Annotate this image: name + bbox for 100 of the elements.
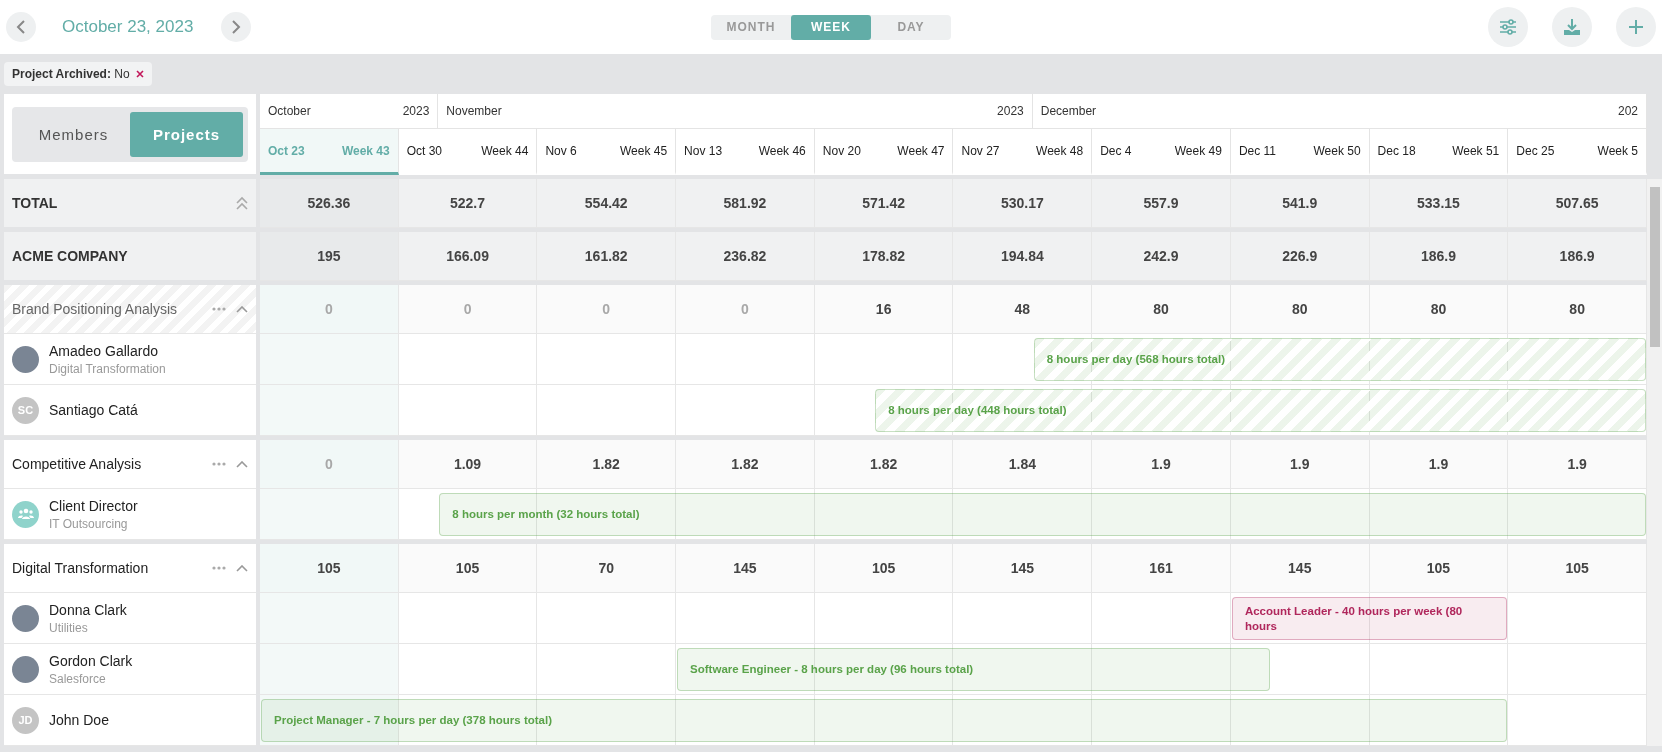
member-subtitle: Salesforce (49, 671, 107, 686)
project-header[interactable]: Digital Transformation (4, 544, 256, 593)
summary-cell: 557.9 (1092, 179, 1231, 228)
week-header[interactable]: Nov 6 Week 45 (537, 129, 677, 175)
avatar-photo-placeholder (12, 345, 39, 373)
member-subtitle: Utilities (49, 620, 89, 635)
collapse-icon[interactable] (236, 564, 248, 572)
allocation-bar[interactable]: Account Leader - 40 hours per week (80 hours (1231, 597, 1508, 640)
week-header[interactable]: Dec 11 Week 50 (1230, 129, 1370, 175)
week-number: Week 48 (1036, 143, 1084, 158)
hours-cell: 1.84 (953, 440, 1093, 489)
current-date: October 23, 2023 (62, 17, 194, 37)
previous-button[interactable] (6, 12, 36, 42)
member-name: Amadeo Gallardo (49, 342, 159, 359)
week-number: Week 46 (758, 143, 806, 158)
next-button[interactable] (221, 12, 252, 42)
summary-cell: 166.09 (398, 232, 538, 281)
allocation-bar[interactable]: 8 hours per day (568 hours total) (1033, 338, 1646, 381)
scrollbar-thumb[interactable] (1650, 187, 1660, 347)
hours-cell: 80 (1092, 285, 1231, 334)
project-name: Brand Positioning Analysis (12, 301, 177, 317)
more-icon[interactable] (212, 566, 226, 570)
week-header[interactable]: Nov 20 Week 47 (814, 129, 954, 175)
more-icon[interactable] (212, 307, 226, 311)
summary-cell: 186.9 (1369, 232, 1509, 281)
hours-cell: 105 (1369, 544, 1509, 593)
week-header[interactable]: Nov 27 Week 48 (953, 129, 1093, 175)
initials-avatar: JD (12, 706, 39, 734)
month-label: November (446, 104, 502, 118)
hours-cell: 145 (676, 544, 815, 593)
summary-cell: 533.15 (1369, 179, 1509, 228)
member-name: John Doe (49, 712, 109, 728)
download-button[interactable] (1552, 7, 1592, 47)
summary-label: ACME COMPANY (12, 248, 128, 264)
more-icon[interactable] (212, 462, 226, 466)
week-number: Week 44 (481, 143, 529, 158)
hours-cell: 80 (1230, 285, 1370, 334)
summary-cell: 541.9 (1230, 179, 1370, 228)
project-header[interactable]: Brand Positioning Analysis (4, 285, 256, 334)
filter-chip[interactable]: Project Archived: No (4, 62, 152, 86)
summary-cell: 161.82 (537, 232, 677, 281)
week-date: Dec 18 (1377, 143, 1416, 158)
hours-cell: 105 (814, 544, 954, 593)
hours-cell: 145 (953, 544, 1093, 593)
member-name: Client Director (49, 497, 138, 514)
collapse-icon[interactable] (236, 305, 248, 313)
initials-avatar: SC (12, 396, 39, 424)
summary-cell: 554.42 (537, 179, 677, 228)
week-header[interactable]: Dec 18 Week 51 (1369, 129, 1509, 175)
chevron-right-icon (231, 20, 242, 34)
hours-cell: 16 (814, 285, 954, 334)
week-number: Week 45 (619, 143, 668, 158)
avatar-photo-placeholder (12, 604, 39, 632)
summary-cell: 186.9 (1508, 232, 1647, 281)
week-number: Week 51 (1452, 143, 1500, 158)
hours-cell: 105 (1508, 544, 1647, 593)
member-name: Gordon Clark (49, 652, 133, 669)
week-header[interactable]: Nov 13 Week 46 (676, 129, 815, 175)
hours-cell: 0 (398, 285, 538, 334)
summary-cell: 178.82 (814, 232, 954, 281)
hours-cell: 1.9 (1508, 440, 1647, 489)
summary-cell: 526.36 (260, 179, 399, 228)
chevron-left-icon (16, 20, 26, 34)
week-date: Nov 6 (545, 143, 577, 158)
hours-cell: 80 (1508, 285, 1647, 334)
hours-cell: 145 (1230, 544, 1370, 593)
week-date: Nov 13 (684, 143, 723, 158)
download-icon (1563, 18, 1581, 36)
summary-cell: 522.7 (398, 179, 538, 228)
week-header[interactable]: Dec 25 Week 5 (1508, 129, 1647, 175)
week-header[interactable]: Dec 4 Week 49 (1092, 129, 1231, 175)
collapse-icon[interactable] (236, 460, 248, 468)
settings-button[interactable] (1488, 7, 1528, 47)
hours-cell: 1.9 (1092, 440, 1231, 489)
week-date: Dec 11 (1238, 143, 1277, 158)
summary-label: TOTAL (12, 195, 58, 211)
project-header[interactable]: Competitive Analysis (4, 440, 256, 489)
add-button[interactable] (1616, 7, 1656, 47)
summary-cell: 581.92 (676, 179, 815, 228)
month-label: December (1040, 104, 1097, 118)
scrollbar[interactable] (1647, 179, 1662, 746)
hours-cell: 105 (398, 544, 538, 593)
summary-cell: 507.65 (1508, 179, 1647, 228)
project-name: Competitive Analysis (12, 456, 142, 472)
week-number: Week 47 (897, 143, 945, 158)
summary-cell: 571.42 (814, 179, 954, 228)
week-header[interactable]: Oct 30 Week 44 (398, 129, 538, 175)
plus-icon (1628, 19, 1644, 35)
hours-cell: 0 (537, 285, 677, 334)
hours-cell: 1.82 (814, 440, 954, 489)
week-date: Nov 20 (822, 143, 861, 158)
hours-cell: 0 (260, 440, 399, 489)
hours-cell: 1.9 (1369, 440, 1509, 489)
close-icon[interactable] (135, 70, 144, 78)
mode-tab[interactable]: Members (17, 111, 130, 157)
hours-cell: 80 (1369, 285, 1509, 334)
double-chevron-up-icon[interactable] (236, 196, 248, 210)
hours-cell: 1.82 (676, 440, 815, 489)
hours-cell: 1.9 (1230, 440, 1370, 489)
week-number: Week 43 (341, 143, 390, 158)
